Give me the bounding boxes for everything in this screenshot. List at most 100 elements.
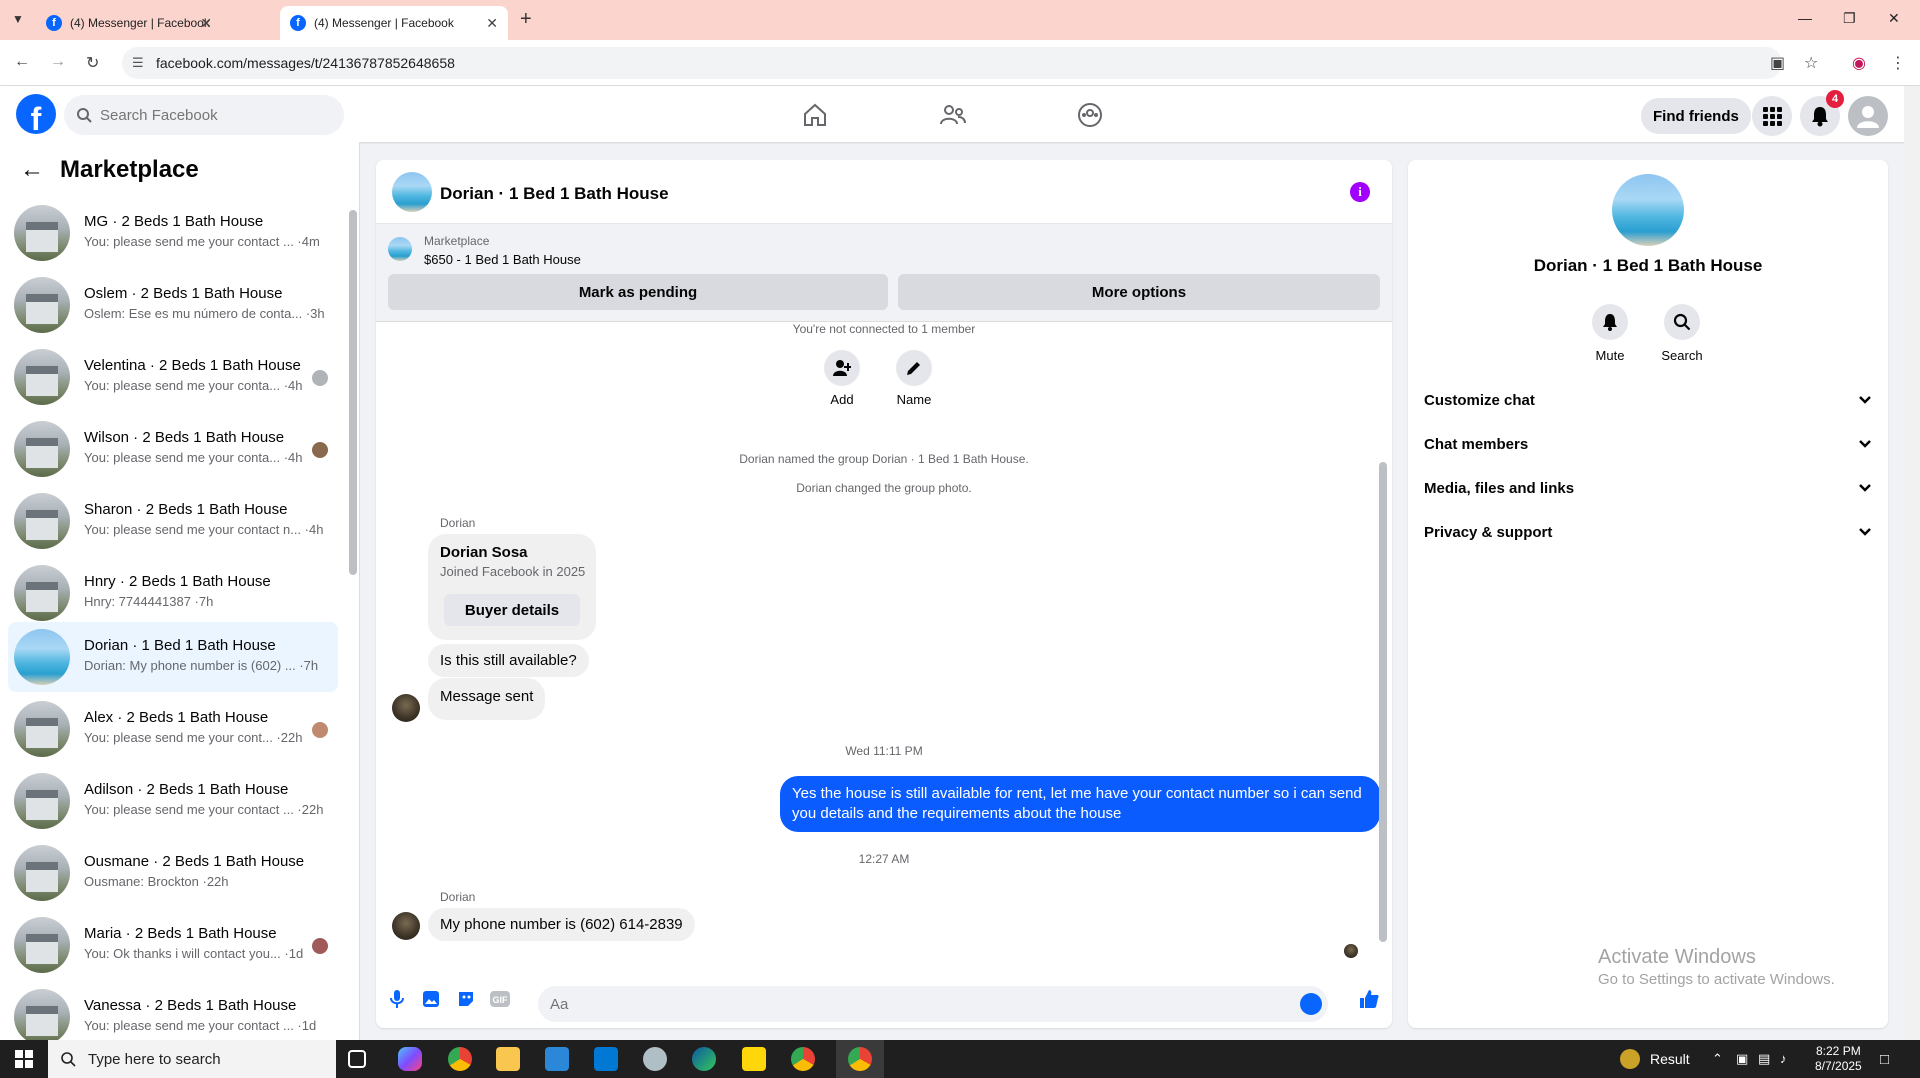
weather-result-text[interactable]: Result <box>1650 1051 1690 1067</box>
new-tab-icon[interactable]: + <box>520 8 532 31</box>
more-options-button[interactable]: More options <box>898 274 1380 310</box>
search-input[interactable] <box>100 106 320 124</box>
chat-members-section[interactable]: Chat members <box>1424 426 1872 462</box>
add-member-button[interactable]: Add <box>812 350 872 407</box>
listing-title[interactable]: $650 - 1 Bed 1 Bath House <box>424 252 581 267</box>
tab-title: (4) Messenger | Facebook <box>314 16 454 30</box>
read-receipt-avatar <box>1344 944 1358 958</box>
microphone-icon[interactable] <box>386 988 408 1010</box>
windows-start-icon[interactable] <box>0 1040 48 1078</box>
chat-title[interactable]: Dorian · 1 Bed 1 Bath House <box>440 184 669 204</box>
friends-nav-icon[interactable] <box>936 98 970 132</box>
name-group-button[interactable]: Name <box>884 350 944 407</box>
back-icon[interactable]: ← <box>14 53 30 71</box>
tray-app-icon[interactable]: ▣ <box>1736 1051 1748 1067</box>
home-nav-icon[interactable] <box>798 98 832 132</box>
close-tab-icon[interactable]: ✕ <box>486 15 498 32</box>
weather-icon[interactable] <box>1620 1049 1640 1069</box>
profile-icon[interactable]: ◉ <box>1852 53 1866 73</box>
reload-icon[interactable]: ↻ <box>86 53 99 73</box>
groups-nav-icon[interactable] <box>1073 98 1107 132</box>
message-bubble[interactable]: My phone number is (602) 614-2839 <box>428 908 695 941</box>
taskbar-clock[interactable]: 8:22 PM 8/7/2025 <box>1815 1044 1862 1074</box>
chat-scrollbar[interactable] <box>1379 462 1387 942</box>
conversation-avatar <box>14 277 70 333</box>
app-icon[interactable] <box>643 1047 667 1071</box>
close-tab-icon[interactable]: ✕ <box>200 15 212 32</box>
copilot-icon[interactable] <box>398 1047 422 1071</box>
taskbar-active-app[interactable] <box>836 1040 884 1078</box>
tray-chevron-icon[interactable]: ⌃ <box>1712 1051 1723 1067</box>
conversation-title: Sharon · 2 Beds 1 Bath House <box>84 501 288 518</box>
close-window-icon[interactable]: ✕ <box>1888 10 1900 27</box>
chrome-icon[interactable] <box>448 1047 472 1071</box>
back-arrow-icon[interactable]: ← <box>20 156 44 184</box>
my-message-bubble[interactable]: Yes the house is still available for ren… <box>780 776 1380 832</box>
message-bubble[interactable]: Message sent <box>428 678 546 720</box>
conversation-item[interactable]: Hnry · 2 Beds 1 Bath House Hnry: 7744441… <box>8 558 338 628</box>
page-scrollbar[interactable] <box>1904 86 1920 1040</box>
conversation-item[interactable]: Velentina · 2 Beds 1 Bath House You: ple… <box>8 342 338 412</box>
sticker-icon[interactable] <box>455 988 477 1010</box>
task-view-icon[interactable] <box>348 1050 366 1068</box>
search-facebook-box[interactable] <box>64 95 344 135</box>
buyer-details-button[interactable]: Buyer details <box>444 594 580 626</box>
conversation-item[interactable]: MG · 2 Beds 1 Bath House You: please sen… <box>8 198 338 268</box>
taskbar-search-box[interactable]: Type here to search <box>48 1040 336 1078</box>
chat-avatar[interactable] <box>392 172 432 212</box>
message-input-box[interactable] <box>538 986 1328 1022</box>
outlook-icon[interactable] <box>594 1047 618 1071</box>
search-conversation-button[interactable]: Search <box>1652 304 1712 363</box>
group-avatar[interactable] <box>1612 174 1684 246</box>
conversation-item[interactable]: Wilson · 2 Beds 1 Bath House You: please… <box>8 414 338 484</box>
restore-icon[interactable]: ❐ <box>1843 10 1856 27</box>
media-files-links-section[interactable]: Media, files and links <box>1424 470 1872 506</box>
url-field[interactable]: ☰ facebook.com/messages/t/24136787852648… <box>122 47 1782 79</box>
customize-chat-section[interactable]: Customize chat <box>1424 382 1872 418</box>
volume-icon[interactable]: ♪ <box>1780 1051 1787 1066</box>
conversation-item[interactable]: Oslem · 2 Beds 1 Bath House Oslem: Ese e… <box>8 270 338 340</box>
conversation-item[interactable]: Vanessa · 2 Beds 1 Bath House You: pleas… <box>8 982 338 1040</box>
gif-icon[interactable]: GIF <box>489 988 511 1010</box>
seen-avatar-icon <box>312 938 328 954</box>
tab-search-chevron-icon[interactable]: ▼ <box>12 12 24 26</box>
file-explorer-icon[interactable] <box>496 1047 520 1071</box>
conversation-item[interactable]: Sharon · 2 Beds 1 Bath House You: please… <box>8 486 338 556</box>
message-bubble[interactable]: Is this still available? <box>428 644 589 677</box>
sticky-notes-icon[interactable] <box>742 1047 766 1071</box>
site-info-icon[interactable]: ☰ <box>132 55 144 71</box>
browser-tab-2[interactable]: f (4) Messenger | Facebook ✕ <box>280 6 508 40</box>
minimize-icon[interactable]: — <box>1798 10 1812 26</box>
sidebar-scrollbar[interactable] <box>349 210 357 575</box>
thumbs-up-icon[interactable] <box>1358 988 1380 1010</box>
message-input[interactable] <box>550 995 1290 1013</box>
menu-dots-icon[interactable]: ⋮ <box>1890 53 1906 73</box>
forward-icon[interactable]: → <box>50 53 66 71</box>
conversation-item[interactable]: Alex · 2 Beds 1 Bath House You: please s… <box>8 694 338 764</box>
facebook-logo[interactable]: f <box>16 94 56 134</box>
conversation-item[interactable]: Maria · 2 Beds 1 Bath House You: Ok than… <box>8 910 338 980</box>
bookmark-star-icon[interactable]: ☆ <box>1804 53 1818 73</box>
notification-center-icon[interactable]: □ <box>1880 1051 1889 1068</box>
account-avatar[interactable] <box>1848 96 1888 136</box>
mark-as-pending-button[interactable]: Mark as pending <box>388 274 888 310</box>
photo-icon[interactable] <box>420 988 442 1010</box>
privacy-support-section[interactable]: Privacy & support <box>1424 514 1872 550</box>
edge-icon[interactable] <box>692 1047 716 1071</box>
microsoft-store-icon[interactable] <box>545 1047 569 1071</box>
conversation-avatar <box>14 349 70 405</box>
mute-button[interactable]: Mute <box>1580 304 1640 363</box>
conversation-item[interactable]: Adilson · 2 Beds 1 Bath House You: pleas… <box>8 766 338 836</box>
conversation-preview: You: please send me your cont... ·22h <box>84 730 303 745</box>
find-friends-button[interactable]: Find friends <box>1641 98 1751 134</box>
menu-grid-icon[interactable] <box>1752 96 1792 136</box>
network-icon[interactable]: ▤ <box>1758 1051 1770 1067</box>
install-app-icon[interactable]: ▣ <box>1770 53 1785 73</box>
listing-thumbnail[interactable] <box>388 237 412 261</box>
conversation-info-icon[interactable]: i <box>1350 182 1370 202</box>
browser-tab-1[interactable]: f (4) Messenger | Facebook ✕ <box>36 6 222 40</box>
chrome-profile-icon[interactable] <box>791 1047 815 1071</box>
emoji-icon[interactable] <box>1300 993 1322 1015</box>
conversation-item[interactable]: Ousmane · 2 Beds 1 Bath House Ousmane: B… <box>8 838 338 908</box>
conversation-item-selected[interactable]: Dorian · 1 Bed 1 Bath House Dorian: My p… <box>8 622 338 692</box>
